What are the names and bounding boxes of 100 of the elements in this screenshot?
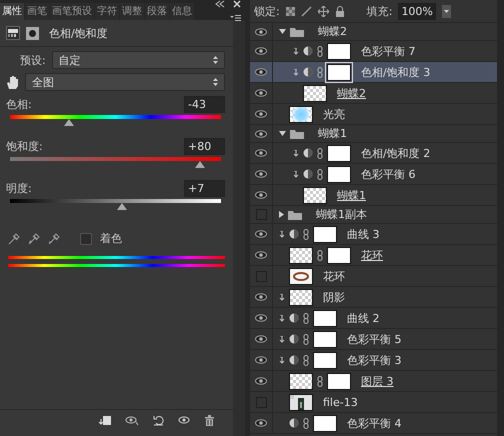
adjustment-icon	[303, 169, 313, 179]
layer-mask-thumbnail	[313, 330, 337, 348]
layer-row[interactable]: 花环	[250, 245, 497, 266]
collapse-arrow-icon[interactable]	[279, 211, 284, 218]
adjustment-icon[interactable]	[6, 26, 20, 40]
value-field[interactable]: -43	[184, 96, 225, 113]
eyedropper-minus-icon[interactable]	[48, 232, 60, 244]
slider-thumb[interactable]	[64, 119, 74, 126]
checkbox-label: 着色	[100, 231, 122, 246]
lock-icon[interactable]	[334, 6, 345, 16]
eye-icon[interactable]	[255, 293, 267, 301]
layer-row[interactable]: 阴影	[250, 287, 497, 308]
slider-thumb[interactable]	[194, 161, 205, 168]
panel-tab[interactable]: 信息	[170, 3, 194, 20]
expand-arrow-icon[interactable]	[279, 29, 286, 34]
layer-row[interactable]: 光亮	[250, 104, 497, 125]
layer-mask-thumbnail	[327, 64, 351, 80]
collapse-icon[interactable]	[215, 0, 225, 8]
clip-to-layer-icon[interactable]	[98, 414, 111, 426]
expand-arrow-icon[interactable]	[279, 131, 286, 136]
eye-icon[interactable]	[255, 149, 267, 157]
eye-icon[interactable]	[255, 230, 267, 238]
layer-row[interactable]: 色相/饱和度 3	[250, 62, 497, 83]
menu-icon[interactable]	[230, 15, 241, 21]
panel-tab[interactable]: 调整	[120, 3, 144, 20]
layer-row[interactable]: 色彩平衡 4	[250, 413, 497, 434]
layer-thumbnail	[303, 186, 327, 204]
mask-icon[interactable]	[26, 26, 39, 40]
eye-icon[interactable]	[255, 89, 267, 97]
adjustment-icon	[303, 46, 313, 56]
layer-row[interactable]: 蝴蝶2	[250, 23, 497, 41]
eye-icon[interactable]	[255, 170, 267, 178]
layer-name: 色彩平衡 4	[347, 416, 402, 430]
slider-label: 饱和度:	[6, 139, 43, 154]
view-previous-icon[interactable]	[125, 414, 139, 426]
fill-dropdown[interactable]	[442, 4, 451, 18]
panel-tab[interactable]: 段落	[145, 3, 169, 20]
hand-icon[interactable]	[6, 75, 19, 89]
layer-mask-thumbnail	[313, 352, 337, 368]
preset-dropdown[interactable]: 自定	[52, 51, 225, 69]
eye-icon[interactable]	[255, 191, 267, 199]
eye-icon[interactable]	[255, 251, 267, 259]
layer-name: 光亮	[323, 106, 345, 122]
layer-row[interactable]: 蝴蝶2	[250, 83, 497, 104]
link-icon	[317, 376, 323, 386]
range-dropdown[interactable]: 全图	[25, 73, 225, 91]
panel-tab[interactable]: 属性	[0, 3, 24, 20]
lock-transparency-icon[interactable]	[286, 6, 295, 16]
layer-row[interactable]: 蝴蝶1	[250, 185, 497, 206]
eye-icon[interactable]	[255, 110, 267, 118]
eye-icon[interactable]	[255, 47, 267, 55]
eye-icon[interactable]	[255, 356, 267, 364]
layer-row[interactable]: 图层 3	[250, 371, 497, 392]
value-field[interactable]: +7	[184, 180, 225, 197]
link-icon	[317, 250, 323, 260]
eye-icon[interactable]	[255, 68, 267, 76]
slider-thumb[interactable]	[116, 203, 127, 210]
panel-tab[interactable]: 画笔	[25, 3, 49, 20]
eye-icon[interactable]	[255, 314, 267, 322]
panel-tab[interactable]: 画笔预设	[50, 3, 94, 20]
delete-icon[interactable]	[204, 414, 215, 426]
layer-row[interactable]: 色彩平衡 3	[250, 350, 497, 371]
link-icon	[303, 228, 309, 240]
layer-row[interactable]: 蝴蝶1副本	[250, 206, 497, 224]
reset-icon[interactable]	[153, 414, 164, 426]
panel-tab[interactable]: 字符	[95, 3, 119, 20]
layer-row[interactable]: 色彩平衡 5	[250, 329, 497, 350]
eyedropper-plus-icon[interactable]	[28, 232, 40, 244]
adjustment-icon	[289, 334, 299, 344]
lock-pixels-icon[interactable]	[300, 6, 312, 16]
fill-field[interactable]: 100%	[398, 2, 436, 20]
layer-row[interactable]: file-13	[250, 392, 497, 413]
layer-row[interactable]: 花环	[250, 266, 497, 287]
panel-title: 色相/饱和度	[49, 26, 108, 40]
eyedropper-icon[interactable]	[8, 232, 20, 244]
layer-row[interactable]: 曲线 2	[250, 308, 497, 329]
layer-name: 蝴蝶2	[318, 24, 347, 39]
folder-icon	[288, 210, 302, 220]
layer-row[interactable]: 曲线 3	[250, 224, 497, 245]
adjustment-icon	[289, 355, 299, 365]
layer-row[interactable]: 色彩平衡 6	[250, 164, 497, 185]
eye-icon[interactable]	[255, 419, 267, 427]
checkbox[interactable]	[80, 232, 92, 244]
layer-thumbnail	[289, 246, 313, 264]
dropdown-arrow-icon	[444, 10, 449, 12]
value-field[interactable]: +80	[184, 138, 225, 155]
layer-row[interactable]: 蝴蝶1	[250, 125, 497, 143]
layer-row[interactable]: 色相/饱和度 2	[250, 143, 497, 164]
layer-mask-thumbnail	[327, 166, 351, 182]
eye-icon[interactable]	[255, 130, 267, 138]
move-icon[interactable]	[318, 6, 329, 16]
eye-icon[interactable]	[255, 377, 267, 385]
visibility-icon[interactable]	[178, 416, 190, 424]
preset-label: 预设:	[20, 52, 46, 68]
close-icon[interactable]	[233, 0, 241, 8]
layer-thumbnail	[303, 84, 327, 102]
link-icon	[317, 66, 323, 78]
eye-icon[interactable]	[255, 335, 267, 343]
eye-icon[interactable]	[255, 28, 267, 36]
link-icon	[317, 46, 323, 56]
